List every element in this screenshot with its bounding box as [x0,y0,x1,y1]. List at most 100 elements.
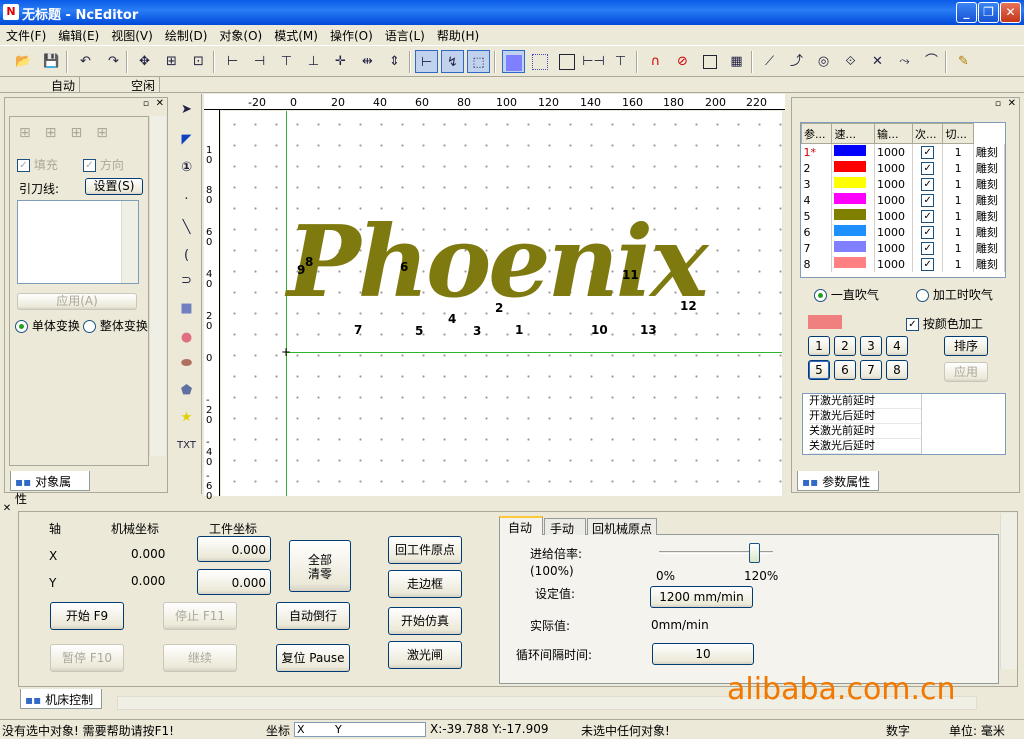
select-arrow-icon[interactable]: ➤ [175,98,198,121]
feed-rate-slider-thumb[interactable] [748,543,760,563]
circle-node-icon[interactable]: ◎ [812,50,835,73]
menu-edit[interactable]: 编辑(E) [52,25,105,44]
param-row[interactable]: 7 1000 ✓ 1 雕刻 [801,240,1005,256]
layer-output[interactable]: ✓ [912,176,944,192]
param-row[interactable]: 1* 1000 ✓ 1 雕刻 [801,143,1005,160]
zoom-all-icon[interactable]: ⊡ [187,50,210,73]
open-icon[interactable]: 📂 [12,50,35,73]
apply-button[interactable]: 应用(A) [17,293,137,310]
output-checkbox[interactable]: ✓ [921,161,935,175]
tab-manual[interactable]: 手动 [544,518,586,536]
layer-output[interactable]: ✓ [912,160,944,176]
ellipse-icon[interactable]: ⬬ [175,352,198,375]
vdim-icon[interactable]: ⊤ [609,50,632,73]
menu-language[interactable]: 语言(L) [379,25,431,44]
reset-button[interactable]: 复位 Pause [276,644,350,672]
sort-path-icon[interactable]: ↯ [441,50,464,73]
align-right-icon[interactable]: ⊣ [248,50,271,73]
align-left-icon[interactable]: ⊢ [221,50,244,73]
blow-always-radio[interactable]: 一直吹气 [814,286,879,303]
machine-panel-scrollbar[interactable] [1000,513,1017,669]
node-edit-icon[interactable]: ◤ [175,128,198,151]
undo-icon[interactable]: ↶ [74,50,97,73]
num-button-2[interactable]: 2 [834,336,856,356]
smooth-icon[interactable]: ⌒ [920,50,943,73]
fill-rect-icon[interactable] [502,50,525,73]
number-icon[interactable]: ① [175,156,198,179]
col-header[interactable]: 输... [874,123,913,144]
save-icon[interactable]: 💾 [40,50,63,73]
polygon-icon[interactable]: ⬟ [175,379,198,402]
polyline-icon[interactable]: ⊃ [175,269,198,292]
num-button-3[interactable]: 3 [860,336,882,356]
param-row[interactable]: 5 1000 ✓ 1 雕刻 [801,208,1005,224]
hdim-icon[interactable]: ⊢⊣ [582,50,605,73]
laser-delay-grid[interactable]: 开激光前延时 开激光后延时 关激光前延时 关激光后延时 [802,393,1006,455]
align-hcenter-icon[interactable]: ⇹ [356,50,379,73]
num-button-5[interactable]: 5 [808,360,830,380]
pencil-icon[interactable]: ✎ [952,50,975,73]
param-row[interactable]: 3 1000 ✓ 1 雕刻 [801,176,1005,192]
param-row[interactable]: 8 1000 ✓ 1 雕刻 [801,256,1005,272]
layer-output[interactable]: ✓ [912,208,944,224]
num-button-4[interactable]: 4 [886,336,908,356]
minimize-button[interactable]: _ [956,2,977,23]
output-checkbox[interactable]: ✓ [921,177,935,191]
blow-processing-radio[interactable]: 加工时吹气 [916,286,993,303]
col-header[interactable]: 速... [831,123,876,144]
num-button-6[interactable]: 6 [834,360,856,380]
object-panel-scrollbar[interactable] [149,116,166,456]
menu-help[interactable]: 帮助(H) [431,25,485,44]
output-checkbox[interactable]: ✓ [921,257,935,271]
tab-machine-home[interactable]: 回机械原点 [587,518,657,536]
node-line-icon[interactable]: ⟋ [758,50,781,73]
laser-gate-button[interactable]: 激光闸 [388,641,462,669]
pause-button[interactable]: 暂停 F10 [50,644,124,672]
select-region-icon[interactable]: ⬚ [467,50,490,73]
bottom-panel-close-icon[interactable]: ✕ [0,503,14,517]
whole-transform-radio[interactable]: 整体变换 [83,317,148,334]
settings-button[interactable]: 设置(S) [85,178,143,195]
num-button-8[interactable]: 8 [886,360,908,380]
redo-icon[interactable]: ↷ [102,50,125,73]
node-curve-icon[interactable]: ⤴ [785,50,808,73]
num-button-7[interactable]: 7 [860,360,882,380]
drawing-canvas[interactable]: + Phoenix 9 8 6 7 5 4 3 2 1 10 11 13 12 [221,111,782,496]
param-row[interactable]: 2 1000 ✓ 1 雕刻 [801,160,1005,176]
col-header[interactable]: 次... [911,123,944,144]
panel-pin-icon[interactable]: ▫ [995,99,1001,109]
align-top-icon[interactable]: ⊤ [275,50,298,73]
stop-button[interactable]: 停止 F11 [163,602,237,630]
menu-mode[interactable]: 模式(M) [268,25,324,44]
align-vcenter-icon[interactable]: ⇕ [383,50,406,73]
apply-param-button[interactable]: 应用 [944,362,988,382]
col-header[interactable]: 切... [942,123,974,144]
cut-icon[interactable]: ⤳ [893,50,916,73]
lead-line-list[interactable] [17,200,139,284]
menu-file[interactable]: 文件(F) [0,25,52,44]
x-work-coord[interactable]: 0.000 [197,536,271,562]
grid-icon[interactable] [528,50,551,73]
clear-all-button[interactable]: 全部 清零 [289,540,351,592]
output-checkbox[interactable]: ✓ [921,193,935,207]
close-button[interactable]: ✕ [1000,2,1021,23]
set-start-icon[interactable]: ⊢ [415,50,438,73]
text-icon[interactable]: TXT [175,434,198,457]
layer-output[interactable]: ✓ [912,192,944,208]
single-transform-radio[interactable]: 单体变换 [15,317,80,334]
arc-icon[interactable]: ( [175,244,198,267]
join-icon[interactable]: ⟐ [839,50,862,73]
frame-icon[interactable] [555,50,578,73]
circle-icon[interactable]: ● [175,326,198,349]
layer-output[interactable]: ✓ [912,256,944,272]
menu-draw[interactable]: 绘制(D) [159,25,214,44]
tab-machine-control[interactable]: ▪▪ 机床控制 [20,689,102,709]
layer-output[interactable]: ✓ [912,224,944,240]
zoom-window-icon[interactable]: ⊞ [160,50,183,73]
output-checkbox[interactable]: ✓ [921,145,935,159]
sort-button[interactable]: 排序 [944,336,988,356]
star-icon[interactable]: ★ [175,406,198,429]
panel-pin-icon[interactable]: ▫ [143,99,149,109]
align-center-icon[interactable]: ✛ [329,50,352,73]
y-work-coord[interactable]: 0.000 [197,569,271,595]
